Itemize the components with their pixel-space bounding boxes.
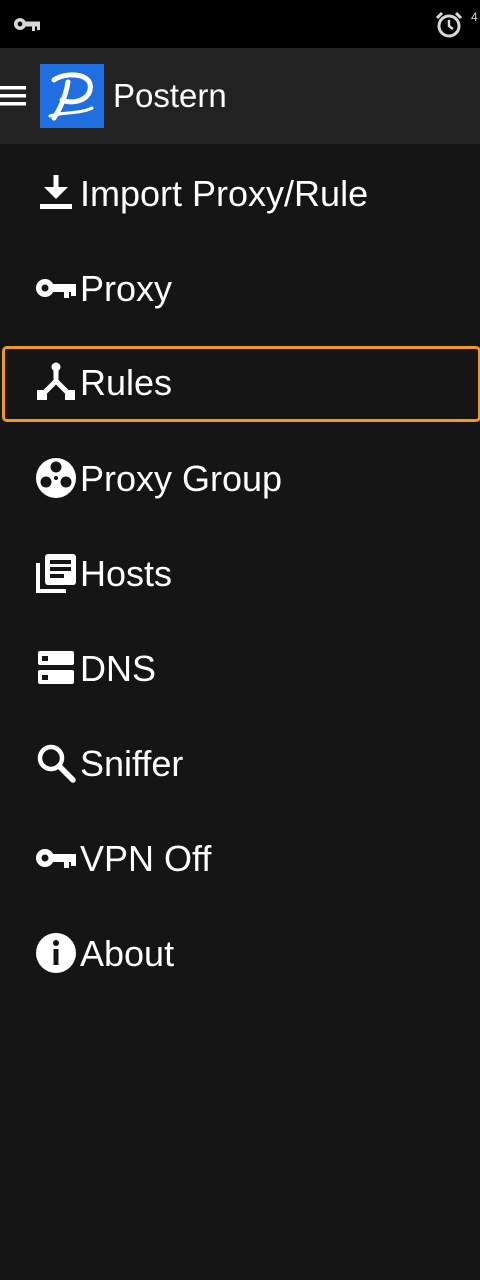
app-title: Postern bbox=[113, 77, 227, 114]
nav-item-label: Sniffer bbox=[80, 743, 184, 784]
info-icon bbox=[36, 933, 76, 973]
app-bar: Postern bbox=[0, 48, 480, 144]
nav-item-label: Proxy Group bbox=[80, 458, 283, 499]
nav-item-vpn-off[interactable]: VPN Off bbox=[0, 811, 480, 906]
status-bar: 4 bbox=[0, 0, 480, 48]
nav-item-label: Hosts bbox=[80, 553, 173, 594]
status-clipped-text: 4 bbox=[471, 10, 478, 24]
nav-item-import-proxy-rule[interactable]: Import Proxy/Rule bbox=[0, 146, 480, 241]
hamburger-icon[interactable] bbox=[0, 80, 26, 112]
nav-item-label: Rules bbox=[80, 362, 173, 403]
film-reel-icon bbox=[36, 458, 76, 498]
nav-item-label: About bbox=[80, 933, 175, 974]
alarm-icon bbox=[435, 11, 463, 38]
nav-item-hosts[interactable]: Hosts bbox=[0, 526, 480, 621]
nav-item-proxy[interactable]: Proxy bbox=[0, 241, 480, 336]
download-icon bbox=[40, 175, 72, 209]
nav-item-rules[interactable]: Rules bbox=[0, 346, 480, 441]
fork-icon bbox=[37, 362, 75, 400]
nav-item-label: Import Proxy/Rule bbox=[80, 173, 369, 214]
nav-item-label: Proxy bbox=[80, 268, 173, 309]
nav-item-about[interactable]: About bbox=[0, 906, 480, 1001]
search-icon bbox=[37, 744, 76, 783]
postern-logo-icon bbox=[40, 64, 104, 128]
nav-item-sniffer[interactable]: Sniffer bbox=[0, 716, 480, 811]
vpn-key-icon bbox=[14, 18, 40, 31]
nav-item-proxy-group[interactable]: Proxy Group bbox=[0, 431, 480, 526]
key-icon bbox=[36, 279, 76, 298]
nav-item-label: DNS bbox=[80, 648, 157, 689]
nav-item-dns[interactable]: DNS bbox=[0, 621, 480, 716]
nav-item-label: VPN Off bbox=[80, 838, 212, 879]
library-books-icon bbox=[36, 554, 76, 593]
key-icon bbox=[36, 849, 76, 868]
dns-icon bbox=[38, 651, 74, 684]
